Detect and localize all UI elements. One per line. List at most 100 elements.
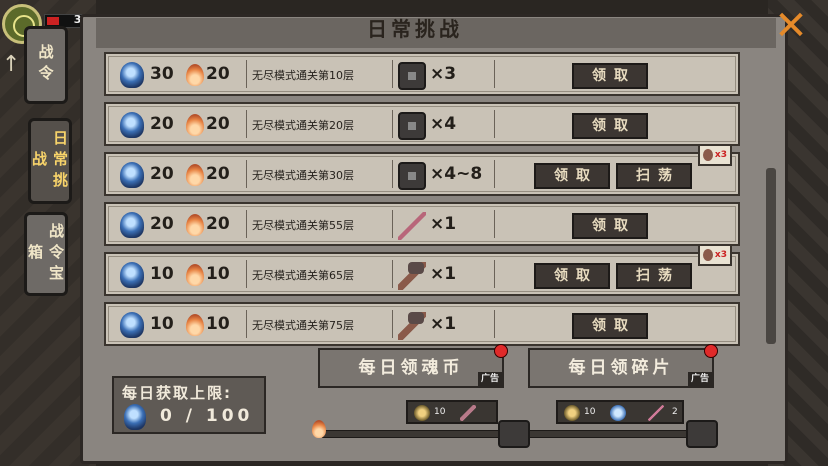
gem-icon bbox=[564, 405, 580, 421]
claim-button[interactable]: 领取 bbox=[572, 63, 648, 89]
soul-reward-amount: 20 bbox=[150, 214, 174, 234]
soul-coin-icon bbox=[120, 212, 144, 238]
tab-battle-pass[interactable]: 战令 bbox=[24, 26, 68, 104]
claim-button[interactable]: 领取 bbox=[572, 113, 648, 139]
flame-icon bbox=[186, 114, 204, 136]
reward-quantity: ×1 bbox=[430, 214, 457, 234]
flame-icon bbox=[312, 420, 326, 438]
reward-quantity: ×1 bbox=[430, 314, 457, 334]
reward-quantity: ×1 bbox=[430, 264, 457, 284]
challenge-condition: 无尽模式通关第10层 bbox=[252, 69, 354, 82]
flame-icon bbox=[186, 214, 204, 236]
flame-icon bbox=[186, 164, 204, 186]
soul-coin-icon bbox=[120, 162, 144, 188]
chip-count: 10 bbox=[584, 407, 596, 417]
chest-icon bbox=[398, 162, 426, 190]
challenge-condition: 无尽模式通关第55层 bbox=[252, 219, 354, 232]
divider bbox=[246, 310, 247, 338]
soul-reward-amount: 10 bbox=[150, 264, 174, 284]
soul-coin-icon bbox=[120, 62, 144, 88]
staff-icon bbox=[398, 212, 426, 240]
challenge-condition: 无尽模式通关第75层 bbox=[252, 319, 354, 332]
challenge-row: 30 20 无尽模式通关第10层 ×3 领取 bbox=[104, 52, 740, 96]
claim-button[interactable]: 领取 bbox=[534, 163, 610, 189]
divider bbox=[246, 60, 247, 88]
up-arrow-icon[interactable]: ↑ bbox=[2, 52, 20, 78]
soul-reward-amount: 20 bbox=[150, 114, 174, 134]
soul-coin-icon bbox=[120, 312, 144, 338]
chip-count: 2 bbox=[672, 407, 678, 417]
daily-fragment-button[interactable]: 每日领碎片 广告 bbox=[528, 344, 718, 388]
divider bbox=[494, 310, 495, 338]
close-icon[interactable]: ✕ bbox=[772, 6, 810, 46]
sweep-button[interactable]: 扫荡 bbox=[616, 263, 692, 289]
window-title: 日常挑战 bbox=[367, 17, 463, 41]
soul-reward-amount: 10 bbox=[150, 314, 174, 334]
tab-battle-pass-chest[interactable]: 战令宝箱 bbox=[24, 212, 68, 296]
sweep-button[interactable]: 扫荡 bbox=[616, 163, 692, 189]
chest-icon[interactable] bbox=[686, 420, 718, 448]
divider bbox=[246, 160, 247, 188]
ad-tag: 广告 bbox=[477, 372, 502, 386]
divider bbox=[246, 210, 247, 238]
divider bbox=[494, 210, 495, 238]
daily-soul-coin-button[interactable]: 每日领魂币 广告 bbox=[318, 344, 508, 388]
divider bbox=[392, 110, 393, 138]
reward-quantity: ×4 bbox=[430, 114, 457, 134]
divider bbox=[494, 110, 495, 138]
claim-button[interactable]: 领取 bbox=[572, 313, 648, 339]
reward-quantity: ×3 bbox=[430, 64, 457, 84]
flame-reward-amount: 20 bbox=[206, 64, 230, 84]
axe-icon bbox=[460, 405, 476, 421]
crystal-icon bbox=[610, 405, 626, 421]
flame-reward-amount: 20 bbox=[206, 164, 230, 184]
flame-icon bbox=[186, 314, 204, 336]
claim-button[interactable]: 领取 bbox=[534, 263, 610, 289]
challenge-condition: 无尽模式通关第65层 bbox=[252, 269, 354, 282]
notification-dot-icon bbox=[494, 344, 508, 358]
challenge-row: 20 20 无尽模式通关第20层 ×4 领取 bbox=[104, 102, 740, 146]
gem-icon bbox=[414, 405, 430, 421]
flame-reward-amount: 10 bbox=[206, 314, 230, 334]
flame-icon bbox=[186, 264, 204, 286]
soul-coin-icon bbox=[124, 404, 146, 430]
notification-dot-icon bbox=[704, 344, 718, 358]
daily-limit-box: 每日获取上限: 0 / 100 bbox=[112, 376, 266, 434]
staff-icon bbox=[648, 405, 664, 421]
flame-icon bbox=[186, 64, 204, 86]
claim-button[interactable]: 领取 bbox=[572, 213, 648, 239]
divider bbox=[494, 60, 495, 88]
ad-tag: 广告 bbox=[687, 372, 712, 386]
challenge-row: 20 20 无尽模式通关第55层 ×1 领取 bbox=[104, 202, 740, 246]
chest-icon[interactable] bbox=[498, 420, 530, 448]
challenge-list[interactable]: 30 20 无尽模式通关第10层 ×3 领取 20 20 无尽模式通关第20层 … bbox=[104, 50, 744, 346]
daily-fragment-label: 每日领碎片 bbox=[568, 358, 674, 378]
divider bbox=[246, 260, 247, 288]
divider bbox=[494, 260, 495, 288]
fragment-reward-chip: 10 2 bbox=[556, 400, 684, 424]
challenge-condition: 无尽模式通关第20层 bbox=[252, 119, 354, 132]
axe-icon bbox=[398, 262, 426, 290]
scrollbar-thumb[interactable] bbox=[766, 168, 776, 344]
sweep-count-badge: x3 bbox=[698, 144, 732, 166]
divider bbox=[494, 160, 495, 188]
axe-icon bbox=[398, 312, 426, 340]
daily-soul-coin-label: 每日领魂币 bbox=[358, 358, 464, 378]
divider bbox=[392, 310, 393, 338]
sweep-count-badge: x3 bbox=[698, 244, 732, 266]
chest-icon bbox=[398, 62, 426, 90]
reward-quantity: ×4~8 bbox=[430, 164, 483, 184]
challenge-row: 10 10 无尽模式通关第65层 ×1 领取 扫荡 x3 bbox=[104, 244, 740, 296]
soul-reward-amount: 30 bbox=[150, 64, 174, 84]
tab-daily-challenge[interactable]: 日常挑战 bbox=[28, 118, 72, 204]
daily-limit-value: 0 / 100 bbox=[160, 406, 254, 426]
divider bbox=[392, 210, 393, 238]
soul-coin-icon bbox=[120, 262, 144, 288]
soul-reward-amount: 20 bbox=[150, 164, 174, 184]
divider bbox=[246, 110, 247, 138]
challenge-condition: 无尽模式通关第30层 bbox=[252, 169, 354, 182]
divider bbox=[392, 160, 393, 188]
challenge-row: 10 10 无尽模式通关第75层 ×1 领取 bbox=[104, 302, 740, 346]
soul-coin-icon bbox=[120, 112, 144, 138]
divider bbox=[392, 60, 393, 88]
